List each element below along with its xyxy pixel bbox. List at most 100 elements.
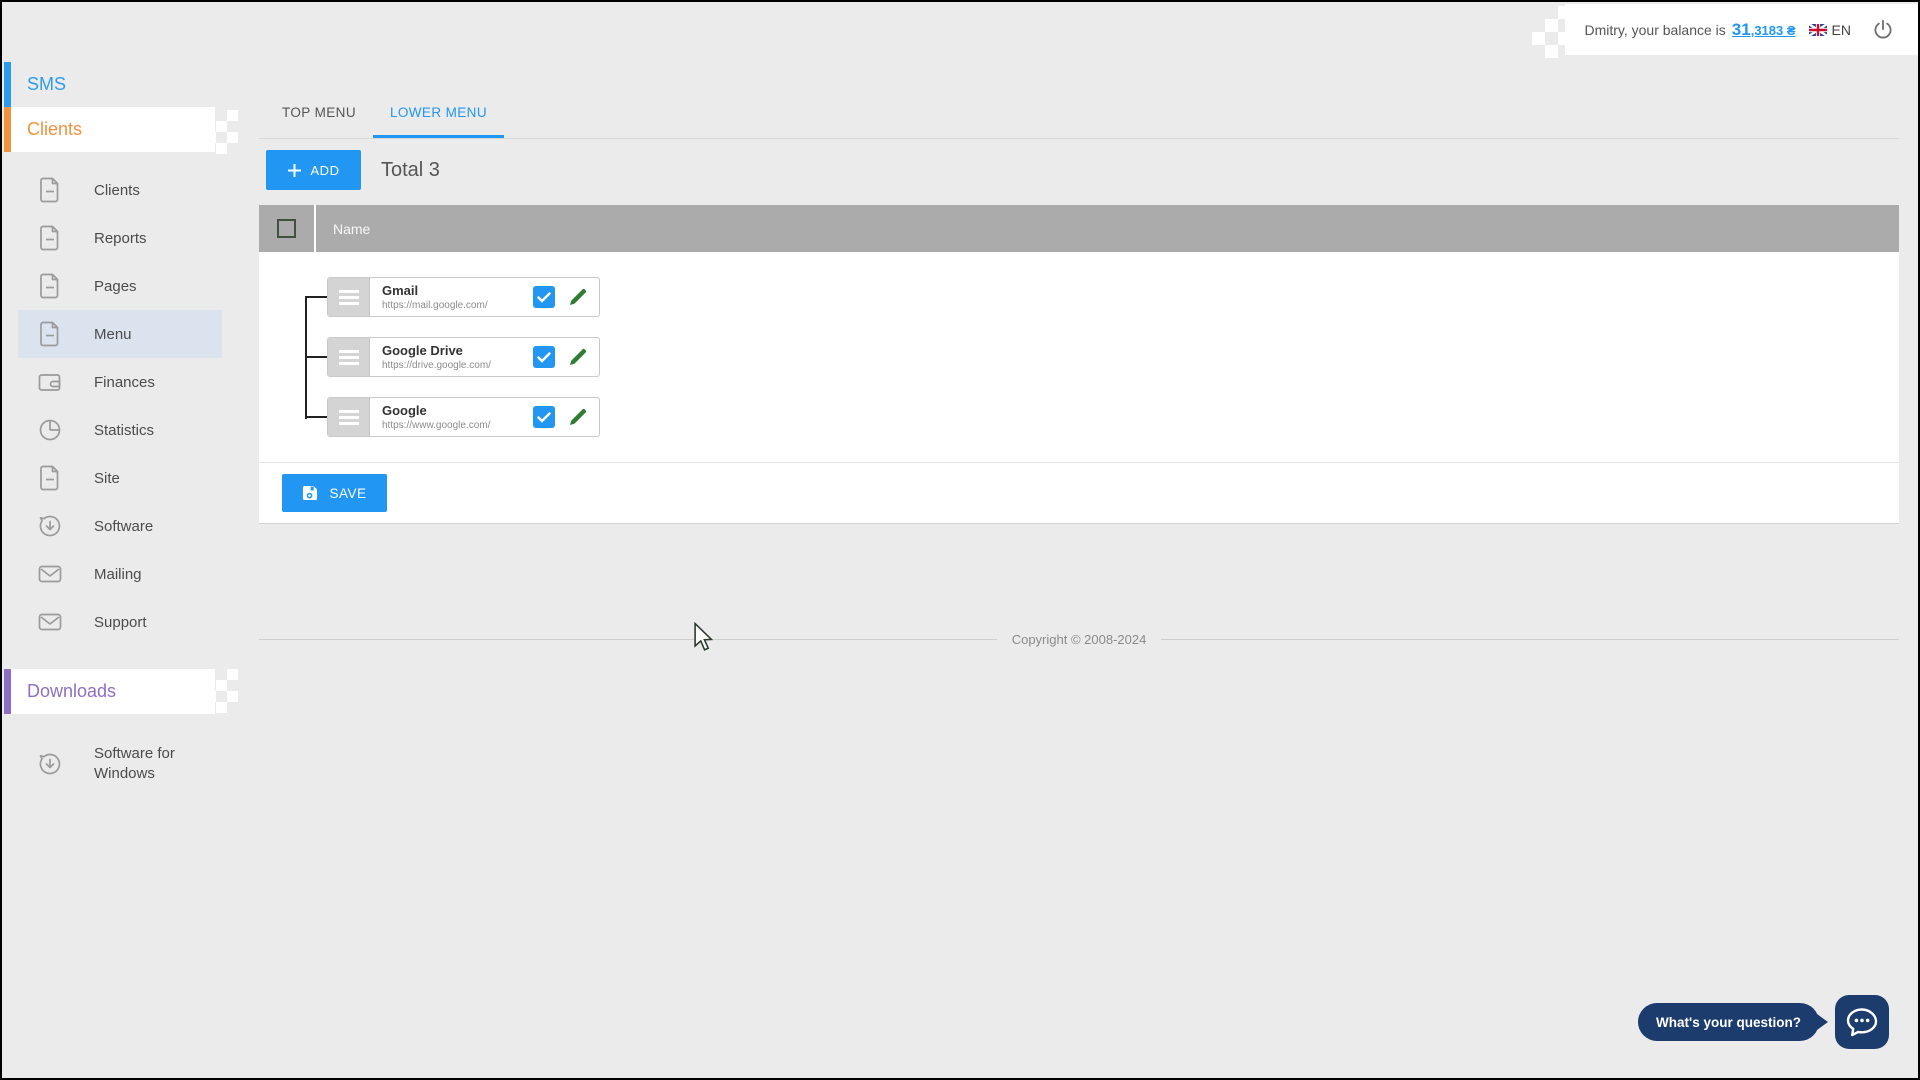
drag-handle[interactable] — [328, 338, 370, 376]
tab-top-menu[interactable]: TOP MENU — [265, 87, 373, 138]
check-icon — [537, 411, 551, 423]
chat-question-label: What's your question? — [1656, 1014, 1801, 1030]
add-button[interactable]: ADD — [266, 150, 361, 190]
pencil-icon — [570, 349, 586, 365]
sidebar-item-label: Site — [94, 469, 120, 487]
toolbar: ADD Total 3 — [259, 150, 1899, 190]
balance-link[interactable]: 31,3183 ₴ — [1731, 19, 1796, 39]
sidebar-item-support[interactable]: Support — [18, 598, 222, 646]
tree-connector-branch — [305, 296, 327, 298]
chat-question-bubble[interactable]: What's your question? — [1638, 1003, 1828, 1041]
visibility-checkbox[interactable] — [533, 406, 555, 428]
sidebar-item-label: Software for Windows — [94, 744, 175, 782]
sidebar-item-label: Mailing — [94, 565, 142, 583]
sidebar-section-label: Downloads — [27, 681, 117, 701]
copyright-text: Copyright © 2008-2024 — [1011, 632, 1147, 647]
envelope-icon — [38, 564, 62, 584]
sidebar-item-label: Finances — [94, 373, 155, 391]
document-icon — [38, 177, 62, 203]
menu-item-name: Google Drive — [382, 343, 463, 358]
menu-item-row: Google Drive https://drive.google.com/ — [327, 337, 600, 377]
menu-item-info: Google Drive https://drive.google.com/ — [370, 343, 533, 371]
tab-label: TOP MENU — [282, 105, 356, 120]
balance-prefix: Dmitry, your balance is — [1584, 21, 1726, 38]
pencil-icon — [570, 289, 586, 305]
pencil-icon — [570, 409, 586, 425]
menu-item-info: Google https://www.google.com/ — [370, 403, 533, 431]
sidebar-item-reports[interactable]: Reports — [18, 214, 222, 262]
footer: Copyright © 2008-2024 — [259, 632, 1900, 647]
sidebar-section-downloads[interactable]: Downloads — [4, 669, 215, 714]
sidebar-item-label: Pages — [94, 277, 137, 295]
download-icon — [38, 752, 62, 776]
sidebar-item-label: Clients — [94, 181, 140, 199]
check-icon — [537, 291, 551, 303]
envelope-icon — [38, 612, 62, 632]
sidebar-item-label: Menu — [94, 325, 132, 343]
sidebar-section-label: Clients — [27, 119, 83, 139]
edit-button[interactable] — [567, 406, 589, 428]
add-button-label: ADD — [310, 162, 340, 178]
drag-handle[interactable] — [328, 278, 370, 316]
sidebar-item-label: Software — [94, 517, 154, 535]
sidebar-item-software-for-windows[interactable]: Software for Windows — [18, 728, 222, 800]
sidebar-item-pages[interactable]: Pages — [18, 262, 222, 310]
select-all-checkbox[interactable] — [277, 219, 296, 238]
sidebar-item-clients[interactable]: Clients — [18, 166, 222, 214]
sidebar-item-statistics[interactable]: Statistics — [18, 406, 222, 454]
table-header-name-cell: Name — [316, 205, 1899, 252]
power-icon — [1874, 19, 1892, 38]
logout-button[interactable] — [1872, 19, 1894, 41]
pie-chart-icon — [38, 418, 62, 442]
edit-button[interactable] — [567, 286, 589, 308]
download-icon — [38, 514, 62, 538]
chat-bubble-icon — [1846, 1007, 1878, 1036]
visibility-checkbox[interactable] — [533, 346, 555, 368]
document-icon — [38, 321, 62, 347]
sidebar-item-menu[interactable]: Menu — [18, 310, 222, 358]
sidebar-item-label: Support — [94, 613, 147, 631]
check-icon — [537, 351, 551, 363]
language-selector[interactable]: EN — [1808, 22, 1851, 38]
save-button-label: SAVE — [329, 485, 367, 501]
sidebar-downloads-nav: Software for Windows — [18, 728, 222, 800]
footer-divider — [259, 639, 997, 640]
document-icon — [38, 273, 62, 299]
sidebar-item-software[interactable]: Software — [18, 502, 222, 550]
chat-open-button[interactable] — [1835, 995, 1889, 1049]
edit-button[interactable] — [567, 346, 589, 368]
sidebar-item-label: Reports — [94, 229, 147, 247]
floppy-icon — [303, 485, 318, 501]
pixel-decoration — [1532, 32, 1545, 45]
menu-item-row: Gmail https://mail.google.com/ — [327, 277, 600, 317]
sidebar-item-mailing[interactable]: Mailing — [18, 550, 222, 598]
drag-handle[interactable] — [328, 398, 370, 436]
table-body: Gmail https://mail.google.com/ Google Dr… — [259, 252, 1899, 462]
sidebar-section-sms[interactable]: SMS — [4, 62, 267, 107]
save-button[interactable]: SAVE — [282, 474, 387, 512]
tab-bar: TOP MENU LOWER MENU — [259, 87, 1899, 139]
plus-icon — [287, 163, 301, 177]
document-icon — [38, 465, 62, 491]
menu-item-name: Google — [382, 403, 427, 418]
footer-divider — [1161, 639, 1900, 640]
visibility-checkbox[interactable] — [533, 286, 555, 308]
table-header-checkbox-cell — [259, 205, 316, 252]
sidebar-section-clients[interactable]: Clients — [4, 107, 215, 152]
menu-item-url: https://www.google.com/ — [382, 420, 491, 431]
tree-connector-vertical — [305, 297, 307, 419]
tree-connector-branch — [305, 356, 327, 358]
tab-lower-menu[interactable]: LOWER MENU — [373, 87, 504, 138]
menu-item-info: Gmail https://mail.google.com/ — [370, 283, 533, 311]
tab-label: LOWER MENU — [389, 105, 487, 120]
save-row: SAVE — [259, 462, 1899, 524]
sidebar-item-finances[interactable]: Finances — [18, 358, 222, 406]
sidebar-item-label: Statistics — [94, 421, 155, 439]
sidebar: SMS Clients Clients Reports Pages Menu F… — [4, 62, 267, 800]
column-header-name: Name — [333, 220, 371, 237]
balance-amount-int: 31 — [1731, 19, 1751, 39]
main-content: TOP MENU LOWER MENU ADD Total 3 Name Gma… — [259, 87, 1900, 647]
balance-text: Dmitry, your balance is 31,3183 ₴ — [1584, 20, 1795, 40]
sidebar-item-site[interactable]: Site — [18, 454, 222, 502]
